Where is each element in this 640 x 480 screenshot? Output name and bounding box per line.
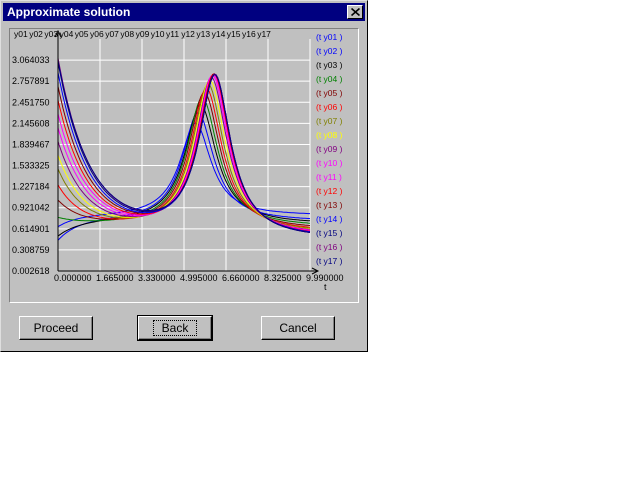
y-tick-label: 1.839467 <box>12 139 50 149</box>
y-tick-label: 3.064033 <box>12 55 50 65</box>
top-variable-label: y10 <box>151 29 165 39</box>
x-tick-label: 3.330000 <box>138 273 176 283</box>
close-icon <box>350 8 360 16</box>
title-bar[interactable]: Approximate solution <box>3 3 365 21</box>
y-tick-label: 2.757891 <box>12 76 50 86</box>
legend-item: (t y16 ) <box>316 242 343 252</box>
top-variable-label: y03 <box>44 29 58 39</box>
top-variable-label: y09 <box>136 29 150 39</box>
top-variable-label: y17 <box>257 29 271 39</box>
top-variable-label: y01 <box>14 29 28 39</box>
close-button[interactable] <box>347 5 363 19</box>
x-tick-label: 1.665000 <box>96 273 134 283</box>
y-tick-label: 0.921042 <box>12 203 50 213</box>
legend-item: (t y15 ) <box>316 228 343 238</box>
legend-item: (t y02 ) <box>316 46 343 56</box>
back-button[interactable]: Back <box>137 315 213 341</box>
proceed-button-label: Proceed <box>33 321 79 335</box>
y-tick-label: 1.227184 <box>12 182 50 192</box>
legend-item: (t y10 ) <box>316 158 343 168</box>
top-variable-label: y04 <box>60 29 74 39</box>
top-variable-label: y16 <box>242 29 256 39</box>
top-variable-label: y05 <box>75 29 89 39</box>
y-tick-label: 2.145608 <box>12 118 50 128</box>
x-tick-label: 6.660000 <box>222 273 260 283</box>
legend-item: (t y07 ) <box>316 116 343 126</box>
y-tick-label: 0.308759 <box>12 245 50 255</box>
top-variable-label: y11 <box>166 29 179 39</box>
x-tick-label: 4.995000 <box>180 273 218 283</box>
legend-item: (t y05 ) <box>316 88 343 98</box>
legend-item: (t y14 ) <box>316 214 343 224</box>
top-variable-label: y06 <box>90 29 104 39</box>
plot-area: 0.002618 0.308759 0.614901 0.921042 1.227184… <box>9 28 359 303</box>
legend-item: (t y01 ) <box>316 32 343 42</box>
back-button-label: Back <box>152 320 198 336</box>
top-variable-label: y12 <box>181 29 195 39</box>
legend-item: (t y03 ) <box>316 60 343 70</box>
x-axis-label: t <box>324 282 327 292</box>
top-variable-label: y02 <box>29 29 43 39</box>
legend-item: (t y06 ) <box>316 102 343 112</box>
legend-item: (t y08 ) <box>316 130 343 140</box>
top-variable-label: y08 <box>120 29 134 39</box>
cancel-button-label: Cancel <box>279 321 317 335</box>
legend-item: (t y04 ) <box>316 74 343 84</box>
y-tick-label: 0.614901 <box>12 224 50 234</box>
x-tick-label: 8.325000 <box>264 273 302 283</box>
legend-item: (t y09 ) <box>316 144 343 154</box>
legend-item: (t y11 ) <box>316 172 342 182</box>
approximate-solution-dialog: Approximate solution 0.002618 0.308759 0.6… <box>0 0 368 352</box>
top-variable-label: y15 <box>227 29 241 39</box>
legend-item: (t y12 ) <box>316 186 343 196</box>
y-tick-label: 2.451750 <box>12 97 50 107</box>
cancel-button[interactable]: Cancel <box>261 316 335 340</box>
y-tick-label: 1.533325 <box>12 161 50 171</box>
top-variable-label: y13 <box>196 29 210 39</box>
x-tick-label: 0.000000 <box>54 273 92 283</box>
solution-chart: 0.002618 0.308759 0.614901 0.921042 1.227184… <box>12 29 344 292</box>
legend-item: (t y13 ) <box>316 200 343 210</box>
legend-item: (t y17 ) <box>316 256 343 266</box>
window-title: Approximate solution <box>7 5 131 19</box>
top-variable-label: y07 <box>105 29 119 39</box>
top-variable-label: y14 <box>212 29 226 39</box>
proceed-button[interactable]: Proceed <box>19 316 93 340</box>
y-tick-label: 0.002618 <box>12 266 50 276</box>
